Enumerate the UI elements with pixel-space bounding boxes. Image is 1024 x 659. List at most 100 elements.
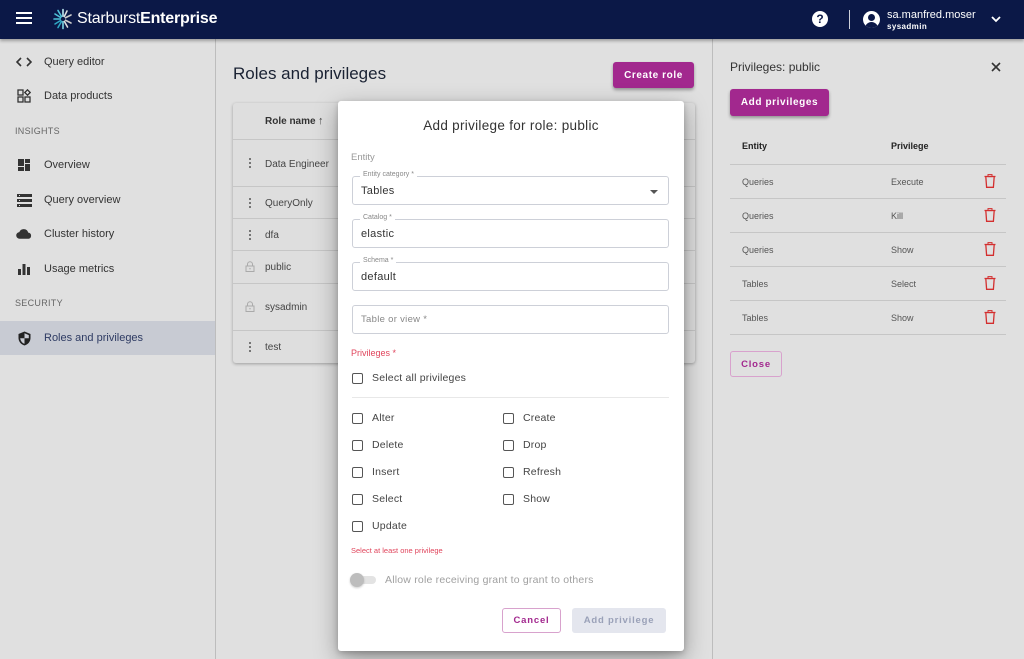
privilege-checkbox-update[interactable]: Update: [352, 520, 407, 532]
checkbox-label: Delete: [372, 439, 404, 451]
privilege-checkbox-select[interactable]: Select: [352, 493, 402, 505]
sidebar-item-query-editor[interactable]: Query editor: [0, 45, 215, 79]
schema-field[interactable]: Schema *: [352, 257, 669, 291]
starburst-logo-icon: [53, 8, 72, 30]
checkbox-icon[interactable]: [352, 439, 363, 451]
role-name: dfa: [265, 230, 279, 241]
chevron-down-icon[interactable]: [990, 13, 1002, 25]
menu-icon[interactable]: [16, 12, 32, 26]
privilege-row: Tables Select: [730, 267, 1006, 301]
entity-category-select[interactable]: Entity category * Tables: [352, 171, 669, 205]
entity-cell: Queries: [742, 245, 774, 255]
catalog-field[interactable]: Catalog *: [352, 214, 669, 248]
privileges-label: Privileges *: [351, 348, 397, 358]
more-vert-icon[interactable]: [245, 158, 255, 168]
checkbox-icon[interactable]: [352, 493, 363, 505]
privilege-row: Queries Show: [730, 233, 1006, 267]
dropdown-arrow-icon[interactable]: [650, 190, 658, 194]
close-button[interactable]: Close: [730, 351, 782, 377]
cancel-button[interactable]: Cancel: [502, 608, 561, 633]
privilege-checkbox-refresh[interactable]: Refresh: [503, 466, 561, 478]
privilege-checkbox-delete[interactable]: Delete: [352, 439, 404, 451]
sidebar-item-query-overview[interactable]: Query overview: [0, 183, 215, 217]
delete-icon[interactable]: [984, 242, 996, 256]
checkbox-icon[interactable]: [503, 466, 514, 478]
catalog-input[interactable]: [361, 228, 641, 240]
privilege-cell: Show: [891, 245, 914, 255]
privileges-panel: Privileges: public Add privileges Entity…: [712, 39, 1024, 659]
create-role-button[interactable]: Create role: [613, 62, 694, 88]
checkbox-icon[interactable]: [352, 412, 363, 424]
more-vert-icon[interactable]: [245, 230, 255, 240]
divider: [352, 397, 669, 398]
privilege-checkbox-insert[interactable]: Insert: [352, 466, 399, 478]
checkbox-label: Select: [372, 493, 403, 505]
sidebar-item-label: Roles and privileges: [44, 332, 144, 344]
help-icon[interactable]: ?: [812, 11, 828, 27]
delete-icon[interactable]: [984, 276, 996, 290]
column-header-role-name[interactable]: Role name: [265, 116, 316, 127]
add-privileges-button[interactable]: Add privileges: [730, 89, 829, 116]
lock-icon: [245, 301, 255, 312]
delete-icon[interactable]: [984, 310, 996, 324]
validation-error: Select at least one privilege: [351, 546, 443, 555]
sidebar-item-label: Overview: [44, 159, 90, 171]
user-avatar-icon[interactable]: [863, 11, 880, 28]
lock-icon: [245, 261, 255, 272]
user-name[interactable]: sa.manfred.moser: [887, 9, 976, 21]
checkbox-icon[interactable]: [503, 493, 514, 505]
add-privilege-button[interactable]: Add privilege: [572, 608, 666, 633]
page-title: Roles and privileges: [233, 64, 387, 83]
role-name: Data Engineer: [265, 159, 329, 170]
field-label: Entity category *: [360, 171, 417, 178]
table-or-view-input[interactable]: [361, 313, 641, 325]
sidebar-item-label: Cluster history: [44, 228, 115, 240]
checkbox-icon[interactable]: [503, 439, 514, 451]
checkbox-icon[interactable]: [352, 466, 363, 478]
checkbox-label: Create: [523, 412, 556, 424]
cloud-icon: [16, 226, 32, 242]
brand-logo[interactable]: StarburstEnterprise: [52, 8, 217, 30]
table-or-view-field[interactable]: [352, 305, 669, 334]
sidebar-item-label: Query overview: [44, 194, 121, 206]
role-name: sysadmin: [265, 302, 308, 313]
checkbox-icon[interactable]: [503, 412, 514, 424]
section-insights: INSIGHTS: [15, 126, 60, 136]
sidebar-item-overview[interactable]: Overview: [0, 148, 215, 182]
sidebar-item-usage-metrics[interactable]: Usage metrics: [0, 252, 215, 286]
privilege-cell: Kill: [891, 211, 904, 221]
dashboard-icon: [16, 157, 32, 173]
checkbox-icon[interactable]: [352, 372, 363, 384]
more-vert-icon[interactable]: [245, 342, 255, 352]
checkbox-label: Select all privileges: [372, 372, 467, 384]
code-icon: [16, 54, 32, 70]
close-icon[interactable]: [990, 61, 1002, 73]
role-name: public: [265, 262, 292, 273]
delete-icon[interactable]: [984, 174, 996, 188]
sidebar: Query editor Data products INSIGHTS Over…: [0, 39, 216, 659]
panel-title: Privileges: public: [730, 60, 821, 74]
select-all-checkbox[interactable]: Select all privileges: [352, 372, 466, 384]
checkbox-label: Refresh: [523, 466, 562, 478]
checkbox-icon[interactable]: [352, 520, 363, 532]
field-value: Tables: [361, 185, 395, 197]
privilege-checkbox-show[interactable]: Show: [503, 493, 550, 505]
brand-name: StarburstEnterprise: [77, 10, 218, 27]
sidebar-item-data-products[interactable]: Data products: [0, 79, 215, 113]
privilege-checkbox-create[interactable]: Create: [503, 412, 556, 424]
section-security: SECURITY: [15, 298, 63, 308]
role-name: test: [265, 342, 282, 353]
sidebar-item-roles-and-privileges[interactable]: Roles and privileges: [0, 321, 215, 355]
privilege-checkbox-drop[interactable]: Drop: [503, 439, 547, 451]
sidebar-item-cluster-history[interactable]: Cluster history: [0, 217, 215, 251]
delete-icon[interactable]: [984, 208, 996, 222]
grant-option-toggle[interactable]: [350, 573, 378, 587]
add-privilege-dialog: Add privilege for role: public Entity En…: [338, 101, 684, 651]
top-bar: StarburstEnterprise ? sa.manfred.moser s…: [0, 0, 1024, 39]
more-vert-icon[interactable]: [245, 198, 255, 208]
privilege-row: Queries Kill: [730, 199, 1006, 233]
checkbox-label: Show: [523, 493, 551, 505]
sort-arrow-icon[interactable]: ↑: [318, 115, 324, 127]
schema-input[interactable]: [361, 271, 641, 283]
privilege-checkbox-alter[interactable]: Alter: [352, 412, 395, 424]
